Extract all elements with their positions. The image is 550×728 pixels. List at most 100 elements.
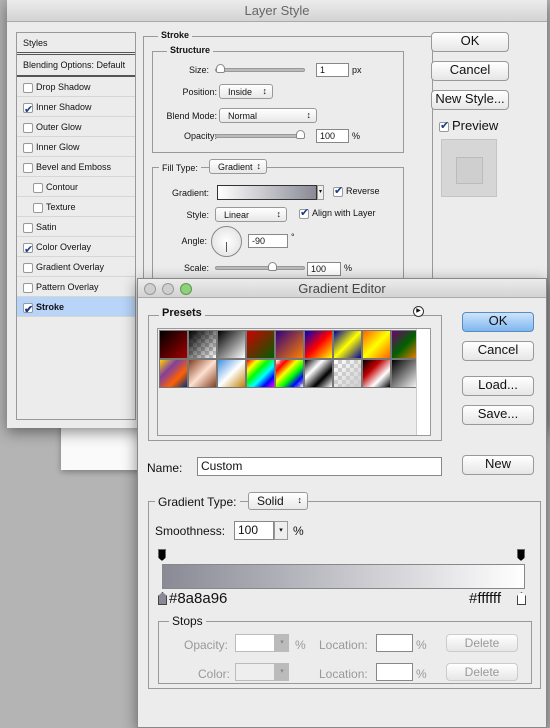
preset-swatch[interactable] bbox=[188, 330, 217, 359]
preset-swatch[interactable] bbox=[304, 359, 333, 388]
style-item-checkbox[interactable] bbox=[23, 122, 33, 133]
style-item-checkbox[interactable] bbox=[23, 82, 33, 93]
angle-input[interactable]: -90 bbox=[248, 234, 288, 248]
style-item-checkbox[interactable] bbox=[23, 100, 33, 120]
preset-swatch[interactable] bbox=[362, 330, 391, 359]
size-slider[interactable] bbox=[215, 64, 305, 73]
style-item-checkbox[interactable] bbox=[23, 222, 33, 233]
cancel-button[interactable]: Cancel bbox=[431, 61, 509, 81]
blend-mode-select[interactable]: Normal bbox=[219, 108, 317, 123]
delete-opacity-stop-button[interactable]: Delete bbox=[446, 634, 518, 652]
preset-swatch[interactable] bbox=[217, 359, 246, 388]
stop-opacity-input[interactable] bbox=[235, 634, 275, 652]
style-item-checkbox[interactable] bbox=[23, 162, 33, 173]
opacity-slider-thumb[interactable] bbox=[296, 130, 305, 139]
scale-input[interactable]: 100 bbox=[307, 262, 341, 276]
gradient-bar[interactable] bbox=[162, 564, 525, 589]
opacity-input[interactable]: 100 bbox=[316, 129, 349, 143]
preset-swatch[interactable] bbox=[275, 359, 304, 388]
opacity-slider[interactable] bbox=[215, 130, 305, 139]
gradient-preview[interactable] bbox=[217, 185, 317, 200]
style-item-gradient-overlay[interactable]: Gradient Overlay bbox=[17, 257, 135, 277]
angle-dial[interactable] bbox=[211, 226, 242, 257]
preset-swatch[interactable] bbox=[246, 330, 275, 359]
style-select[interactable]: Linear bbox=[215, 207, 287, 222]
color-stop-left[interactable] bbox=[158, 592, 167, 605]
fill-type-select[interactable]: Gradient bbox=[209, 159, 267, 174]
preset-swatch[interactable] bbox=[246, 359, 275, 388]
stops-group: Stops Opacity: ▾ % Location: % Delete Co… bbox=[158, 614, 532, 684]
preset-swatch[interactable] bbox=[362, 359, 391, 388]
style-item-color-overlay[interactable]: Color Overlay bbox=[17, 237, 135, 260]
smoothness-dropdown-icon[interactable]: ▾ bbox=[274, 521, 288, 540]
ok-button[interactable]: OK bbox=[431, 32, 509, 52]
gradient-type-select[interactable]: Solid bbox=[248, 492, 308, 510]
align-check-icon[interactable] bbox=[299, 206, 309, 219]
new-style-button[interactable]: New Style... bbox=[431, 90, 509, 110]
align-with-layer-checkbox[interactable]: Align with Layer bbox=[299, 206, 376, 219]
stop-opacity-location-input[interactable] bbox=[376, 634, 413, 652]
style-item-pattern-overlay[interactable]: Pattern Overlay bbox=[17, 277, 135, 297]
style-item-texture[interactable]: Texture bbox=[17, 197, 135, 217]
styles-header[interactable]: Styles bbox=[17, 33, 135, 55]
stop-color-location-input[interactable] bbox=[376, 663, 413, 681]
editor-ok-button[interactable]: OK bbox=[462, 312, 534, 332]
presets-menu-icon[interactable]: ▶ bbox=[413, 306, 424, 317]
style-item-contour[interactable]: Contour bbox=[17, 177, 135, 197]
style-item-outer-glow[interactable]: Outer Glow bbox=[17, 117, 135, 137]
style-item-label: Color Overlay bbox=[36, 242, 92, 252]
save-button[interactable]: Save... bbox=[462, 405, 534, 425]
preset-swatch[interactable] bbox=[304, 330, 333, 359]
preset-swatch[interactable] bbox=[333, 359, 362, 388]
zoom-window-icon[interactable] bbox=[180, 283, 192, 295]
style-item-stroke[interactable]: Stroke bbox=[17, 297, 135, 320]
close-window-icon[interactable] bbox=[144, 283, 156, 295]
opacity-stop-left[interactable] bbox=[158, 549, 166, 561]
stop-color-dropdown-icon[interactable]: ▾ bbox=[275, 663, 289, 681]
preset-swatch[interactable] bbox=[159, 330, 188, 359]
presets-scrollbar[interactable] bbox=[416, 329, 430, 435]
name-input[interactable]: Custom bbox=[197, 457, 442, 476]
editor-cancel-button[interactable]: Cancel bbox=[462, 341, 534, 361]
position-select[interactable]: Inside bbox=[219, 84, 273, 99]
presets-group: Presets ▶ bbox=[148, 306, 442, 441]
style-item-checkbox[interactable] bbox=[23, 142, 33, 153]
load-button[interactable]: Load... bbox=[462, 376, 534, 396]
size-input[interactable]: 1 bbox=[316, 63, 349, 77]
new-button[interactable]: New bbox=[462, 455, 534, 475]
style-item-checkbox[interactable] bbox=[33, 182, 43, 193]
scale-slider-thumb[interactable] bbox=[268, 262, 277, 271]
stop-opacity-dropdown-icon[interactable]: ▾ bbox=[275, 634, 289, 652]
opacity-unit: % bbox=[352, 131, 361, 141]
style-item-checkbox[interactable] bbox=[23, 282, 33, 293]
style-item-checkbox[interactable] bbox=[23, 240, 33, 260]
style-item-drop-shadow[interactable]: Drop Shadow bbox=[17, 77, 135, 97]
style-item-satin[interactable]: Satin bbox=[17, 217, 135, 237]
opacity-stop-right[interactable] bbox=[517, 549, 525, 561]
gradient-dropdown-icon[interactable]: ▾ bbox=[317, 185, 324, 200]
color-stop-right[interactable] bbox=[517, 592, 526, 605]
reverse-checkbox[interactable]: Reverse bbox=[333, 184, 380, 197]
style-item-checkbox[interactable] bbox=[33, 202, 43, 213]
preset-swatch[interactable] bbox=[333, 330, 362, 359]
reverse-check-icon[interactable] bbox=[333, 184, 343, 197]
end-color-hex: #ffffff bbox=[469, 590, 501, 607]
preview-check-icon[interactable] bbox=[439, 119, 449, 132]
style-item-bevel-and-emboss[interactable]: Bevel and Emboss bbox=[17, 157, 135, 177]
size-slider-thumb[interactable] bbox=[216, 64, 225, 73]
style-item-inner-shadow[interactable]: Inner Shadow bbox=[17, 97, 135, 120]
style-item-checkbox[interactable] bbox=[23, 300, 33, 320]
blending-options[interactable]: Blending Options: Default bbox=[17, 55, 135, 77]
delete-color-stop-button[interactable]: Delete bbox=[446, 663, 518, 681]
preset-swatch[interactable] bbox=[159, 359, 188, 388]
scale-slider[interactable] bbox=[215, 262, 305, 271]
preset-swatch[interactable] bbox=[217, 330, 246, 359]
preset-swatch[interactable] bbox=[275, 330, 304, 359]
stop-color-swatch[interactable] bbox=[235, 663, 275, 681]
style-item-checkbox[interactable] bbox=[23, 262, 33, 273]
smoothness-input[interactable]: 100 bbox=[234, 521, 274, 540]
style-item-inner-glow[interactable]: Inner Glow bbox=[17, 137, 135, 157]
preset-swatch[interactable] bbox=[188, 359, 217, 388]
minimize-window-icon[interactable] bbox=[162, 283, 174, 295]
preview-checkbox[interactable]: Preview bbox=[439, 118, 498, 133]
